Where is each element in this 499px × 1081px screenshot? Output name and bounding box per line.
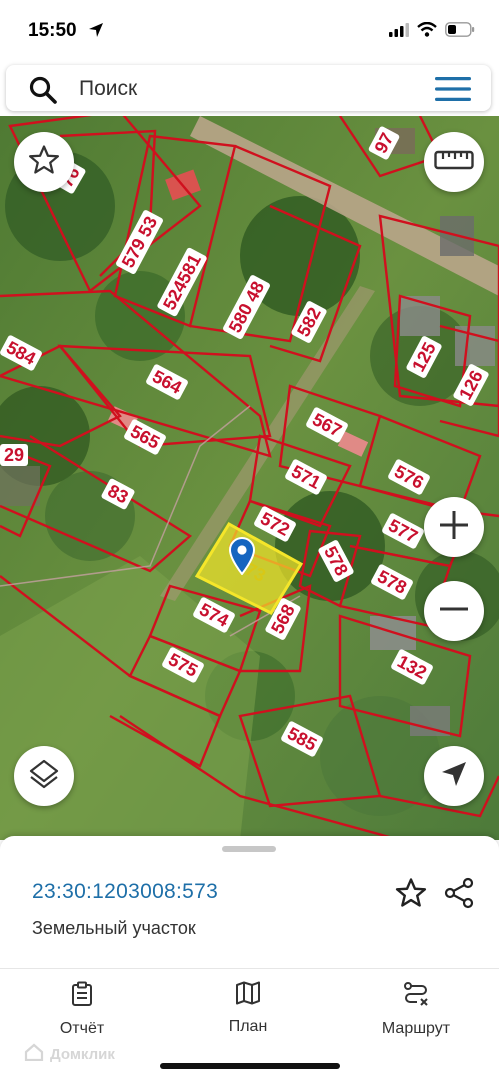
parcel-label[interactable]: 29 (0, 444, 29, 466)
ruler-icon (434, 149, 474, 176)
home-indicator (160, 1063, 340, 1069)
hamburger-menu-icon[interactable] (435, 77, 471, 106)
bottom-nav: Отчёт План Маршрут Домклик (0, 968, 499, 1081)
wifi-icon (417, 21, 437, 42)
nav-report[interactable]: Отчёт (22, 981, 142, 1038)
favorite-button[interactable] (14, 132, 74, 192)
map-icon (188, 981, 308, 1010)
navigation-arrow-icon (440, 760, 468, 793)
star-icon (27, 143, 61, 182)
nav-route[interactable]: Маршрут (356, 981, 476, 1038)
location-arrow-icon (88, 22, 104, 43)
plus-icon (437, 508, 471, 547)
cadastral-map[interactable]: 97 76 579 53 524581 580 48 582 584 564 1… (0, 116, 499, 840)
signal-icon (389, 22, 409, 42)
clipboard-icon (22, 981, 142, 1012)
search-input[interactable]: Поиск (79, 77, 137, 101)
zoom-out-button[interactable] (424, 581, 484, 641)
sheet-drag-handle[interactable] (222, 846, 276, 852)
watermark-text: Домклик (50, 1045, 115, 1063)
star-icon[interactable] (394, 876, 428, 915)
route-icon (356, 981, 476, 1012)
search-bar[interactable]: Поиск (6, 65, 491, 111)
search-icon (28, 75, 58, 110)
location-pin-icon (228, 537, 256, 580)
watermark: Домклик (24, 1043, 115, 1065)
status-time: 15:50 (28, 20, 77, 41)
status-indicators (389, 21, 475, 42)
cadastral-number[interactable]: 23:30:1203008:573 (32, 880, 218, 904)
my-location-button[interactable] (424, 746, 484, 806)
layers-button[interactable] (14, 746, 74, 806)
nav-plan[interactable]: План (188, 981, 308, 1036)
layers-icon (27, 757, 61, 796)
minus-icon (437, 592, 471, 631)
parcel-type: Земельный участок (32, 918, 196, 938)
nav-route-label: Маршрут (381, 1020, 451, 1037)
ruler-button[interactable] (424, 132, 484, 192)
house-logo-icon (24, 1043, 44, 1065)
status-bar: 15:50 (0, 0, 499, 62)
parcel-info-sheet[interactable]: 23:30:1203008:573 Земельный участок (0, 836, 499, 968)
zoom-in-button[interactable] (424, 497, 484, 557)
nav-report-label: Отчёт (59, 1020, 105, 1037)
battery-icon (445, 22, 475, 42)
share-icon[interactable] (442, 876, 476, 915)
nav-plan-label: План (228, 1018, 268, 1035)
